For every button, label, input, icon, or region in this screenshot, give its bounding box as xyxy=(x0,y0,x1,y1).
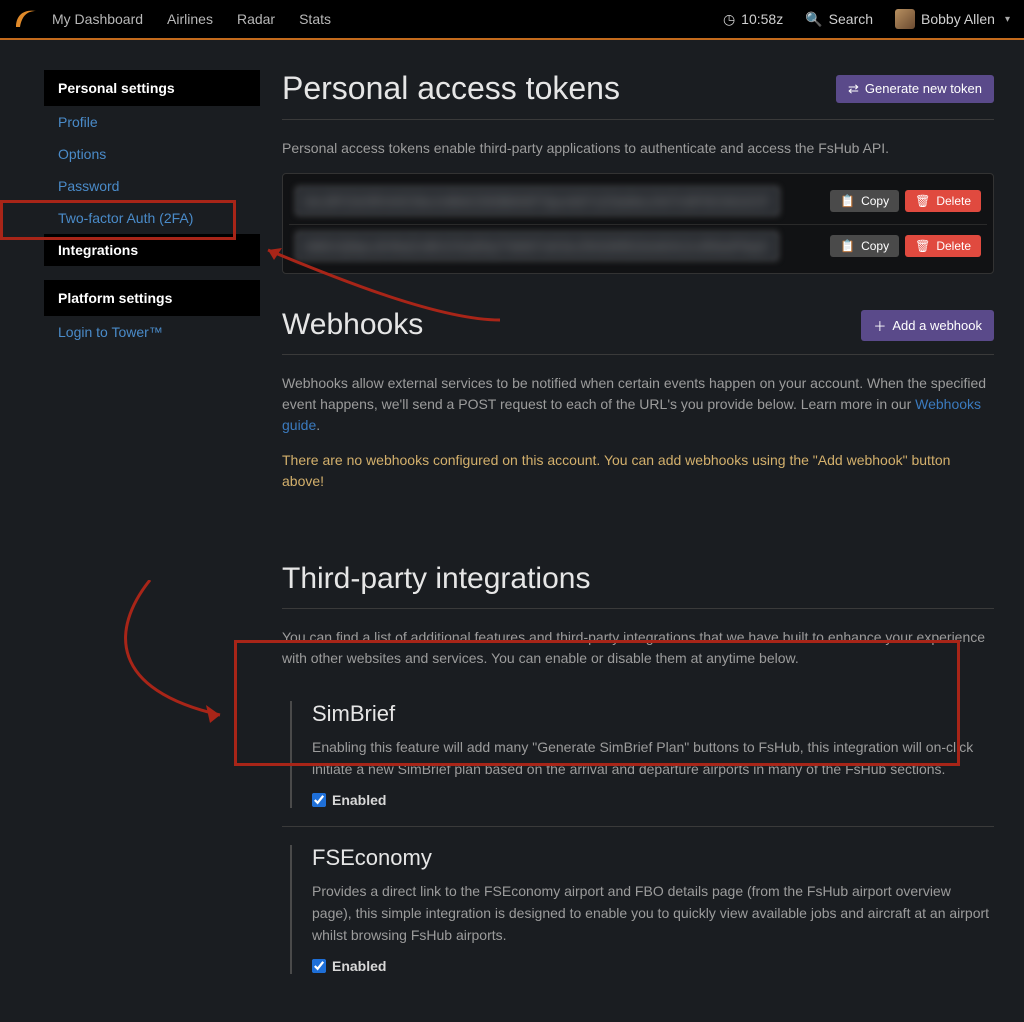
webhooks-desc: Webhooks allow external services to be n… xyxy=(282,373,994,436)
app-logo xyxy=(14,9,38,29)
sidebar: Personal settings Profile Options Passwo… xyxy=(44,70,260,992)
tokens-desc: Personal access tokens enable third-part… xyxy=(282,138,994,159)
webhooks-empty: There are no webhooks configured on this… xyxy=(282,450,994,492)
user-name: Bobby Allen xyxy=(921,11,995,27)
nav-my-dashboard[interactable]: My Dashboard xyxy=(52,11,143,27)
add-webhook-button[interactable]: ＋ Add a webhook xyxy=(861,310,994,341)
user-menu[interactable]: Bobby Allen ▾ xyxy=(895,9,1010,29)
integration-accent xyxy=(290,845,292,974)
sidebar-item-tower[interactable]: Login to Tower™ xyxy=(44,316,260,348)
integration-desc: Provides a direct link to the FSEconomy … xyxy=(312,881,994,946)
copy-token-button[interactable]: 📋Copy xyxy=(830,190,899,212)
integration-name: SimBrief xyxy=(312,701,994,727)
top-nav: My Dashboard Airlines Radar Stats ◷ 10:5… xyxy=(0,0,1024,40)
thirdparty-desc: You can find a list of additional featur… xyxy=(282,627,994,669)
plus-icon: ＋ xyxy=(873,316,886,335)
token-value[interactable]: biL8FCbXRI44CNeJvMACDDB6h8T3px4dY1Z3a9eL… xyxy=(295,186,780,216)
clock-time: 10:58z xyxy=(741,11,783,27)
nav-airlines[interactable]: Airlines xyxy=(167,11,213,27)
copy-token-button[interactable]: 📋Copy xyxy=(830,235,899,257)
integration-checkbox[interactable] xyxy=(312,959,326,973)
sidebar-header-platform: Platform settings xyxy=(44,280,260,316)
webhooks-title: Webhooks xyxy=(282,308,423,342)
shuffle-icon: ⇄ xyxy=(848,81,859,97)
nav-links: My Dashboard Airlines Radar Stats xyxy=(52,11,331,27)
clock: ◷ 10:58z xyxy=(723,11,783,28)
copy-icon: 📋 xyxy=(840,239,855,253)
sidebar-item-options[interactable]: Options xyxy=(44,138,260,170)
search-label: Search xyxy=(829,11,873,27)
integration-enable-toggle[interactable]: Enabled xyxy=(312,792,994,808)
sidebar-item-password[interactable]: Password xyxy=(44,170,260,202)
integration-checkbox[interactable] xyxy=(312,793,326,807)
sidebar-item-profile[interactable]: Profile xyxy=(44,106,260,138)
delete-token-button[interactable]: 🗑Delete xyxy=(905,190,981,212)
nav-radar[interactable]: Radar xyxy=(237,11,275,27)
delete-token-button[interactable]: 🗑Delete xyxy=(905,235,981,257)
integration-name: FSEconomy xyxy=(312,845,994,871)
generate-token-button[interactable]: ⇄ Generate new token xyxy=(836,75,994,103)
integration-simbrief: SimBrief Enabling this feature will add … xyxy=(282,683,994,826)
integration-accent xyxy=(290,701,292,808)
main-content: Personal access tokens ⇄ Generate new to… xyxy=(282,70,994,992)
thirdparty-title: Third-party integrations xyxy=(282,562,994,596)
copy-icon: 📋 xyxy=(840,194,855,208)
integration-enable-toggle[interactable]: Enabled xyxy=(312,958,994,974)
sidebar-header-personal: Personal settings xyxy=(44,70,260,106)
token-value[interactable]: kM2rQ9pLdV8aZxW1C0uE6yT4bN7sK3oJ5hG8fD2m… xyxy=(295,231,779,261)
trash-icon: 🗑 xyxy=(915,239,930,253)
search-button[interactable]: 🔍 Search xyxy=(805,11,873,28)
tokens-title: Personal access tokens xyxy=(282,70,620,107)
token-row: kM2rQ9pLdV8aZxW1C0uE6yT4bN7sK3oJ5hG8fD2m… xyxy=(289,224,987,267)
integration-desc: Enabling this feature will add many "Gen… xyxy=(312,737,994,780)
trash-icon: 🗑 xyxy=(915,194,930,208)
clock-icon: ◷ xyxy=(723,11,735,28)
avatar xyxy=(895,9,915,29)
search-icon: 🔍 xyxy=(805,11,822,28)
sidebar-item-integrations[interactable]: Integrations xyxy=(44,234,260,266)
nav-stats[interactable]: Stats xyxy=(299,11,331,27)
sidebar-item-2fa[interactable]: Two-factor Auth (2FA) xyxy=(44,202,260,234)
chevron-down-icon: ▾ xyxy=(1005,14,1010,25)
token-list: biL8FCbXRI44CNeJvMACDDB6h8T3px4dY1Z3a9eL… xyxy=(282,173,994,274)
token-row: biL8FCbXRI44CNeJvMACDDB6h8T3px4dY1Z3a9eL… xyxy=(289,180,987,222)
integration-fseconomy: FSEconomy Provides a direct link to the … xyxy=(282,826,994,992)
